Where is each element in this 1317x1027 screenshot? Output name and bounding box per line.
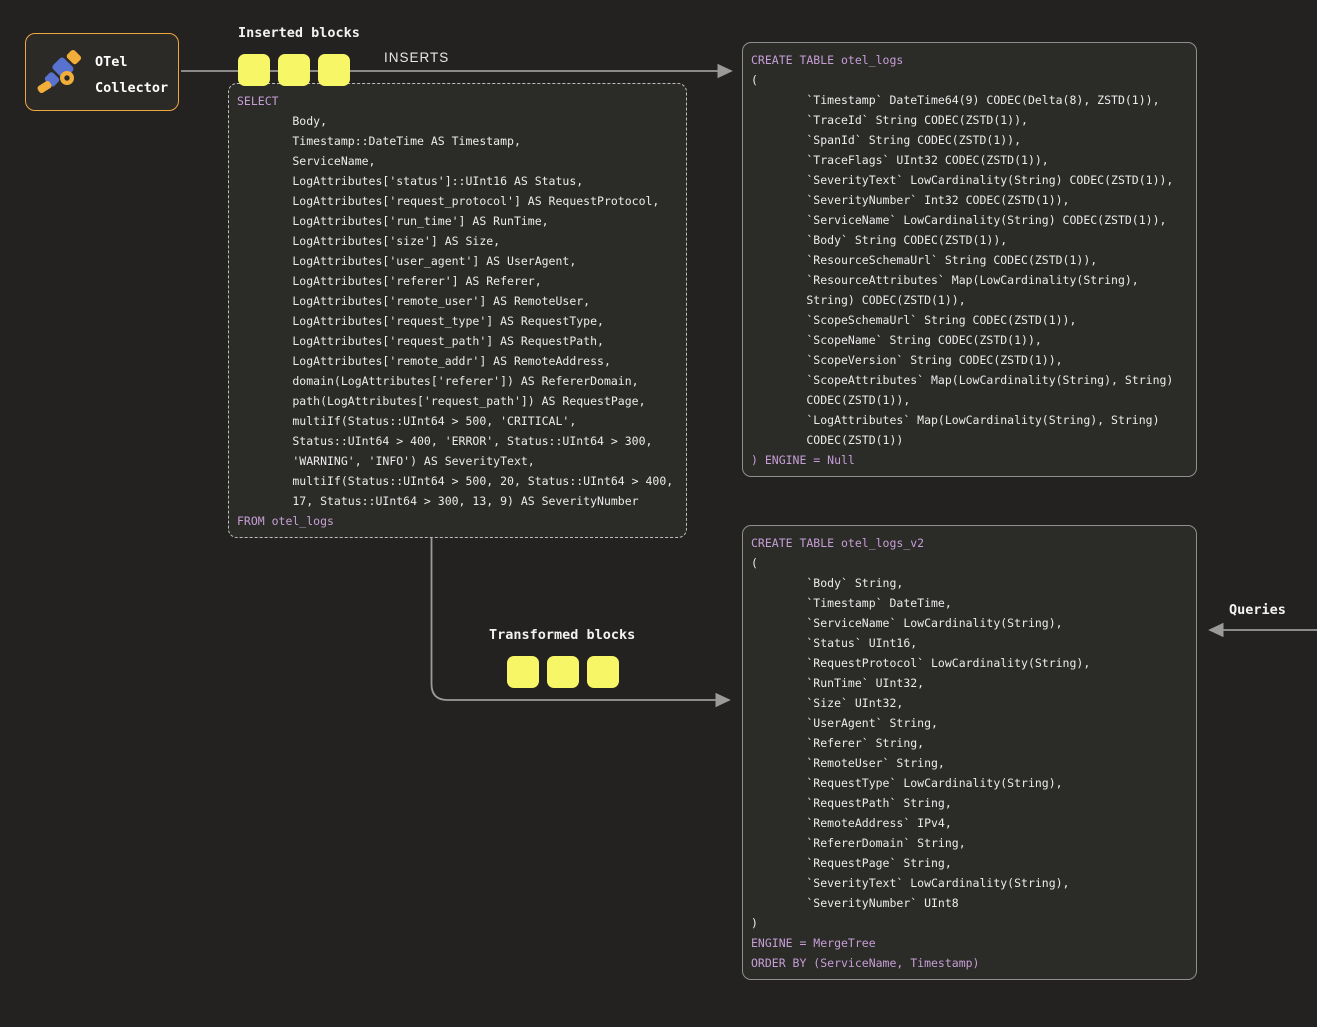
select-query-box: SELECT Body, Timestamp::DateTime AS Time… (228, 83, 687, 538)
code-line: `RequestPath` String, (751, 793, 1192, 813)
code-line: FROM otel_logs (237, 511, 682, 531)
data-block (278, 54, 310, 86)
data-block (587, 656, 619, 688)
code-line: LogAttributes['request_path'] AS Request… (237, 331, 682, 351)
code-line: ORDER BY (ServiceName, Timestamp) (751, 953, 1192, 973)
otel-collector-title-line2: Collector (95, 75, 168, 101)
code-line: 17, Status::UInt64 > 300, 13, 9) AS Seve… (237, 491, 682, 511)
code-line: `TraceFlags` UInt32 CODEC(ZSTD(1)), (751, 150, 1192, 170)
transformed-blocks-label: Transformed blocks (489, 627, 635, 643)
code-line: LogAttributes['referer'] AS Referer, (237, 271, 682, 291)
code-line: CREATE TABLE otel_logs_v2 (751, 533, 1192, 553)
code-line: Timestamp::DateTime AS Timestamp, (237, 131, 682, 151)
code-line: LogAttributes['status']::UInt16 AS Statu… (237, 171, 682, 191)
code-line: ( (751, 70, 1192, 90)
code-line: `Timestamp` DateTime, (751, 593, 1192, 613)
code-line: `RemoteAddress` IPv4, (751, 813, 1192, 833)
create-table-otel-logs-v2-box: CREATE TABLE otel_logs_v2( `Body` String… (742, 525, 1197, 980)
code-line: `Body` String CODEC(ZSTD(1)), (751, 230, 1192, 250)
code-line: CODEC(ZSTD(1)), (751, 390, 1192, 410)
code-line: multiIf(Status::UInt64 > 500, 'CRITICAL'… (237, 411, 682, 431)
select-query-code: SELECT Body, Timestamp::DateTime AS Time… (229, 84, 686, 538)
code-line: `TraceId` String CODEC(ZSTD(1)), (751, 110, 1192, 130)
code-line: `RefererDomain` String, (751, 833, 1192, 853)
otel-collector-title: OTel Collector (95, 49, 168, 101)
code-line: `SeverityNumber` Int32 CODEC(ZSTD(1)), (751, 190, 1192, 210)
code-line: `SeverityText` LowCardinality(String), (751, 873, 1192, 893)
inserts-label: INSERTS (384, 50, 449, 65)
code-line: `ResourceAttributes` Map(LowCardinality(… (751, 270, 1192, 290)
code-line: LogAttributes['request_type'] AS Request… (237, 311, 682, 331)
code-line: `RequestPage` String, (751, 853, 1192, 873)
code-line: ) ENGINE = Null (751, 450, 1192, 470)
code-line: ( (751, 553, 1192, 573)
inserted-blocks-group (238, 54, 350, 86)
code-line: LogAttributes['run_time'] AS RunTime, (237, 211, 682, 231)
data-block (238, 54, 270, 86)
code-line: Status::UInt64 > 400, 'ERROR', Status::U… (237, 431, 682, 451)
queries-label: Queries (1229, 602, 1286, 618)
code-line: String) CODEC(ZSTD(1)), (751, 290, 1192, 310)
code-line: 'WARNING', 'INFO') AS SeverityText, (237, 451, 682, 471)
code-line: `RequestType` LowCardinality(String), (751, 773, 1192, 793)
code-line: LogAttributes['user_agent'] AS UserAgent… (237, 251, 682, 271)
code-line: CODEC(ZSTD(1)) (751, 430, 1192, 450)
code-line: `ScopeSchemaUrl` String CODEC(ZSTD(1)), (751, 310, 1192, 330)
code-line: `SeverityText` LowCardinality(String) CO… (751, 170, 1192, 190)
code-line: `Body` String, (751, 573, 1192, 593)
code-line: path(LogAttributes['request_path']) AS R… (237, 391, 682, 411)
code-line: `ServiceName` LowCardinality(String), (751, 613, 1192, 633)
code-line: `SeverityNumber` UInt8 (751, 893, 1192, 913)
otel-collector-node: OTel Collector (25, 33, 179, 111)
code-line: LogAttributes['remote_user'] AS RemoteUs… (237, 291, 682, 311)
code-line: Body, (237, 111, 682, 131)
code-line: `ResourceSchemaUrl` String CODEC(ZSTD(1)… (751, 250, 1192, 270)
code-line: `RemoteUser` String, (751, 753, 1192, 773)
code-line: LogAttributes['request_protocol'] AS Req… (237, 191, 682, 211)
code-line: `RequestProtocol` LowCardinality(String)… (751, 653, 1192, 673)
code-line: `Status` UInt16, (751, 633, 1192, 653)
code-line: `ScopeName` String CODEC(ZSTD(1)), (751, 330, 1192, 350)
code-line: `ScopeAttributes` Map(LowCardinality(Str… (751, 370, 1192, 390)
code-line: `LogAttributes` Map(LowCardinality(Strin… (751, 410, 1192, 430)
code-line: SELECT (237, 91, 682, 111)
inserted-blocks-label: Inserted blocks (238, 25, 360, 41)
code-line: `Size` UInt32, (751, 693, 1192, 713)
data-block (318, 54, 350, 86)
create-table-otel-logs-box: CREATE TABLE otel_logs( `Timestamp` Date… (742, 42, 1197, 477)
code-line: `Timestamp` DateTime64(9) CODEC(Delta(8)… (751, 90, 1192, 110)
code-line: `ServiceName` LowCardinality(String) COD… (751, 210, 1192, 230)
code-line: ENGINE = MergeTree (751, 933, 1192, 953)
code-line: CREATE TABLE otel_logs (751, 50, 1192, 70)
data-block (507, 656, 539, 688)
code-line: `SpanId` String CODEC(ZSTD(1)), (751, 130, 1192, 150)
telescope-icon (35, 46, 87, 98)
code-line: `Referer` String, (751, 733, 1192, 753)
code-line: multiIf(Status::UInt64 > 500, 20, Status… (237, 471, 682, 491)
transformed-blocks-group (507, 656, 619, 688)
code-line: `ScopeVersion` String CODEC(ZSTD(1)), (751, 350, 1192, 370)
diagram-canvas: OTel Collector Inserted blocks INSERTS T… (0, 0, 1317, 1027)
code-line: ServiceName, (237, 151, 682, 171)
otel-collector-title-line1: OTel (95, 49, 168, 75)
code-line: LogAttributes['size'] AS Size, (237, 231, 682, 251)
code-line: domain(LogAttributes['referer']) AS Refe… (237, 371, 682, 391)
create-table-otel-logs-code: CREATE TABLE otel_logs( `Timestamp` Date… (743, 43, 1196, 477)
code-line: `UserAgent` String, (751, 713, 1192, 733)
code-line: LogAttributes['remote_addr'] AS RemoteAd… (237, 351, 682, 371)
code-line: `RunTime` UInt32, (751, 673, 1192, 693)
create-table-otel-logs-v2-code: CREATE TABLE otel_logs_v2( `Body` String… (743, 526, 1196, 980)
code-line: ) (751, 913, 1192, 933)
data-block (547, 656, 579, 688)
